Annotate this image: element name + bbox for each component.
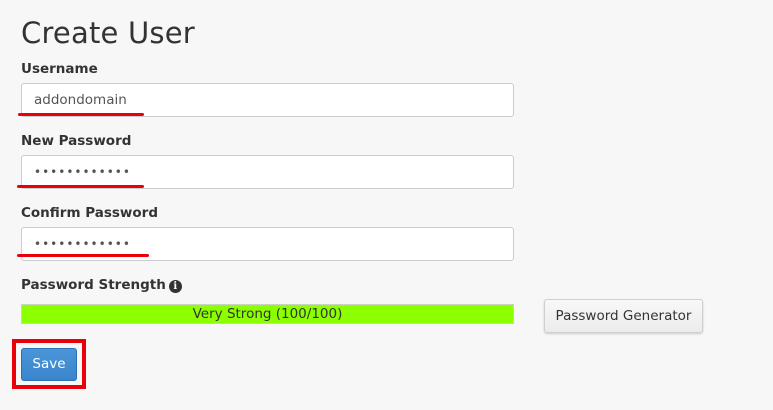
page-title: Create User: [21, 16, 195, 50]
password-strength-label: Password Strength i: [21, 276, 182, 294]
username-label: Username: [21, 61, 98, 77]
username-input[interactable]: [21, 83, 514, 117]
info-circle-icon[interactable]: i: [168, 280, 182, 293]
save-button[interactable]: Save: [21, 348, 77, 381]
password-strength-bar: Very Strong (100/100): [21, 304, 514, 324]
password-strength-text: Very Strong (100/100): [192, 306, 343, 322]
new-password-label: New Password: [21, 133, 132, 149]
new-password-underline-annotation: [17, 185, 144, 188]
confirm-password-label: Confirm Password: [21, 205, 159, 221]
username-underline-annotation: [18, 113, 144, 116]
password-generator-button[interactable]: Password Generator: [544, 299, 703, 333]
confirm-password-underline-annotation: [17, 254, 149, 257]
new-password-input[interactable]: [21, 155, 514, 189]
password-strength-label-text: Password Strength: [21, 277, 166, 293]
